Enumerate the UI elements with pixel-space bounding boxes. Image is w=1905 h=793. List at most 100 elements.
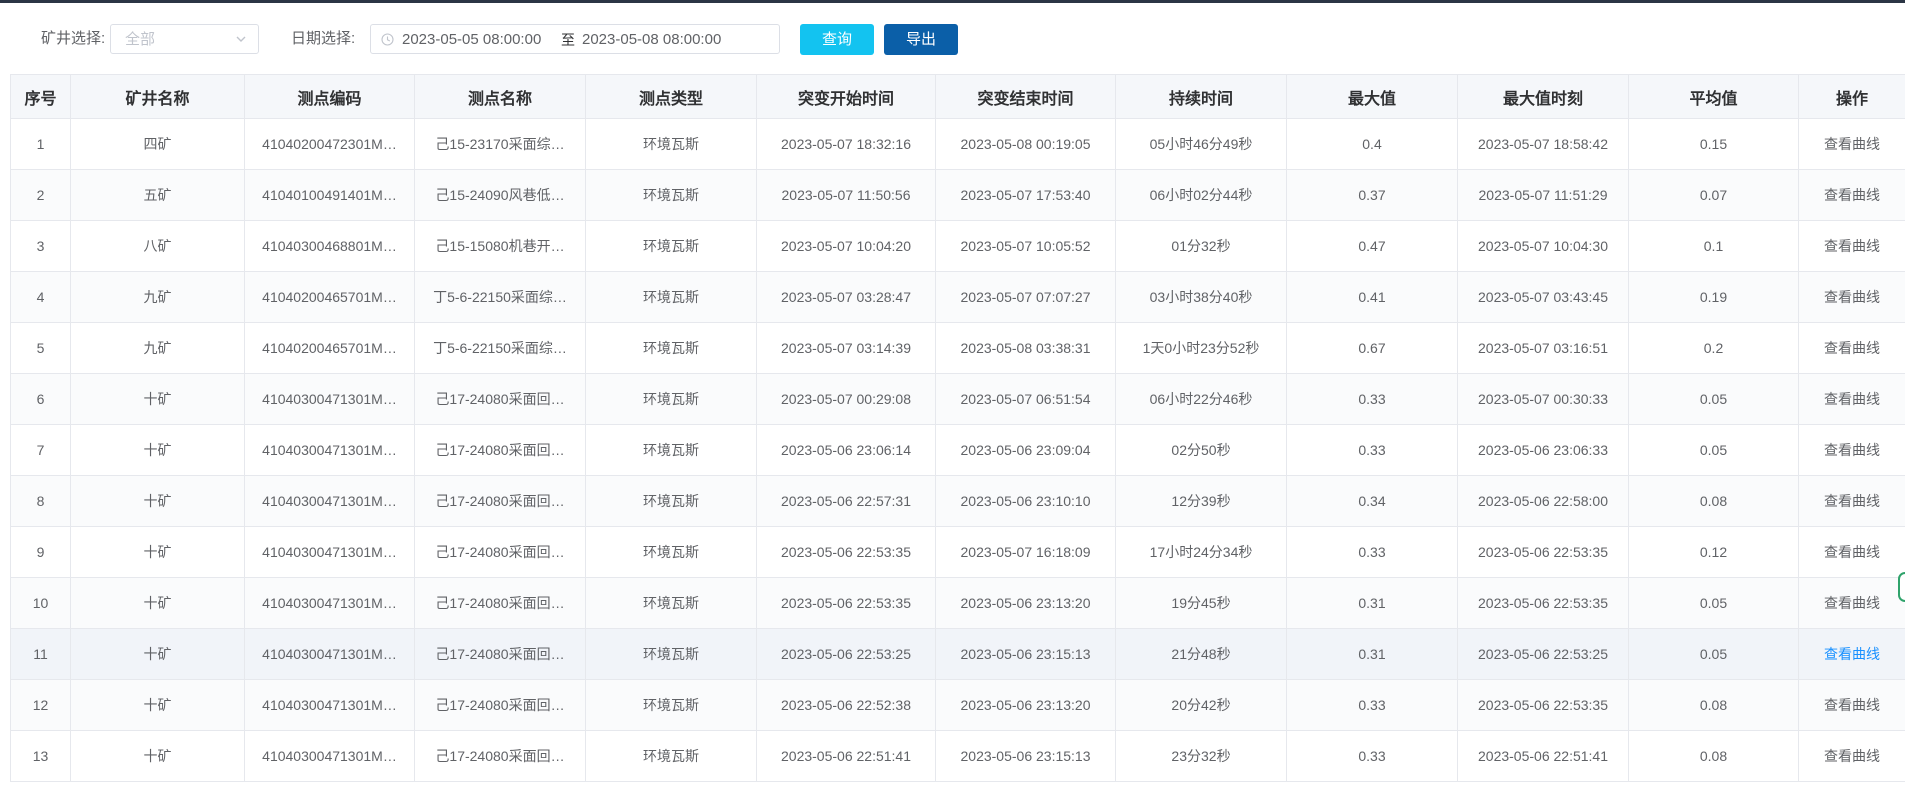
cell-average: 0.05 (1628, 628, 1799, 680)
cell-point-name: 己17-24080采面回… (414, 730, 586, 782)
cell-average: 0.1 (1628, 220, 1799, 272)
table-row[interactable]: 4 九矿 41040200465701M… 丁5-6-22150采面综… 环境瓦斯 202… (10, 271, 1905, 323)
cell-average: 0.12 (1628, 526, 1799, 578)
cell-action[interactable]: 查看曲线 (1798, 679, 1905, 731)
table-row[interactable]: 12 十矿 41040300471301M… 己17-24080采面回… 环境瓦斯 202… (10, 679, 1905, 731)
cell-duration: 17小时24分34秒 (1115, 526, 1287, 578)
cell-point-code: 41040300471301M… (244, 373, 415, 425)
cell-end-time: 2023-05-07 07:07:27 (935, 271, 1116, 323)
cell-index: 5 (10, 322, 71, 374)
cell-index: 9 (10, 526, 71, 578)
cell-max-time: 2023-05-06 23:06:33 (1457, 424, 1629, 476)
cell-point-code: 41040300468801M… (244, 220, 415, 272)
view-curve-link[interactable]: 查看曲线 (1824, 136, 1880, 152)
col-header-duration: 持续时间 (1115, 74, 1287, 119)
cell-average: 0.05 (1628, 424, 1799, 476)
view-curve-link[interactable]: 查看曲线 (1824, 442, 1880, 458)
view-curve-link[interactable]: 查看曲线 (1824, 289, 1880, 305)
cell-max-time: 2023-05-07 18:58:42 (1457, 118, 1629, 170)
cell-max-value: 0.41 (1286, 271, 1458, 323)
cell-max-time: 2023-05-06 22:53:35 (1457, 526, 1629, 578)
cell-point-type: 环境瓦斯 (585, 118, 757, 170)
col-header-start-time: 突变开始时间 (756, 74, 936, 119)
cell-point-code: 41040300471301M… (244, 526, 415, 578)
cell-point-name: 己15-24090风巷低… (414, 169, 586, 221)
date-range-picker[interactable]: 2023-05-05 08:00:00 至 2023-05-08 08:00:0… (370, 24, 780, 54)
cell-end-time: 2023-05-06 23:15:13 (935, 628, 1116, 680)
cell-action[interactable]: 查看曲线 (1798, 118, 1905, 170)
cell-action[interactable]: 查看曲线 (1798, 628, 1905, 680)
table-row[interactable]: 8 十矿 41040300471301M… 己17-24080采面回… 环境瓦斯 2023… (10, 475, 1905, 527)
table-row[interactable]: 13 十矿 41040300471301M… 己17-24080采面回… 环境瓦斯 202… (10, 730, 1905, 782)
table-row[interactable]: 11 十矿 41040300471301M… 己17-24080采面回… 环境瓦斯 202… (10, 628, 1905, 680)
cell-max-value: 0.33 (1286, 526, 1458, 578)
query-button[interactable]: 查询 (800, 24, 874, 55)
cell-action[interactable]: 查看曲线 (1798, 424, 1905, 476)
cell-duration: 01分32秒 (1115, 220, 1287, 272)
cell-action[interactable]: 查看曲线 (1798, 322, 1905, 374)
date-start-input[interactable]: 2023-05-05 08:00:00 (402, 31, 541, 49)
cell-action[interactable]: 查看曲线 (1798, 730, 1905, 782)
cell-max-value: 0.33 (1286, 373, 1458, 425)
cell-index: 12 (10, 679, 71, 731)
cell-max-value: 0.33 (1286, 424, 1458, 476)
cell-action[interactable]: 查看曲线 (1798, 577, 1905, 629)
view-curve-link[interactable]: 查看曲线 (1824, 697, 1880, 713)
cell-end-time: 2023-05-06 23:15:13 (935, 730, 1116, 782)
table-row[interactable]: 5 九矿 41040200465701M… 丁5-6-22150采面综… 环境瓦斯 202… (10, 322, 1905, 374)
cell-point-type: 环境瓦斯 (585, 475, 757, 527)
cell-end-time: 2023-05-08 03:38:31 (935, 322, 1116, 374)
col-header-index: 序号 (10, 74, 71, 119)
table-body: 1 四矿 41040200472301M… 己15-23170采面综… 环境瓦斯 2023… (10, 118, 1905, 782)
cell-action[interactable]: 查看曲线 (1798, 271, 1905, 323)
mine-select[interactable]: 全部 (110, 24, 259, 54)
cell-max-time: 2023-05-06 22:53:25 (1457, 628, 1629, 680)
view-curve-link[interactable]: 查看曲线 (1824, 340, 1880, 356)
cell-duration: 12分39秒 (1115, 475, 1287, 527)
table-row[interactable]: 3 八矿 41040300468801M… 己15-15080机巷开… 环境瓦斯 2023… (10, 220, 1905, 272)
cell-action[interactable]: 查看曲线 (1798, 526, 1905, 578)
cell-mine: 十矿 (70, 628, 245, 680)
col-header-average: 平均值 (1628, 74, 1799, 119)
view-curve-link[interactable]: 查看曲线 (1824, 187, 1880, 203)
cell-point-name: 己17-24080采面回… (414, 475, 586, 527)
cell-action[interactable]: 查看曲线 (1798, 475, 1905, 527)
view-curve-link[interactable]: 查看曲线 (1824, 544, 1880, 560)
cell-action[interactable]: 查看曲线 (1798, 373, 1905, 425)
cell-mine: 五矿 (70, 169, 245, 221)
view-curve-link[interactable]: 查看曲线 (1824, 595, 1880, 611)
table-row[interactable]: 9 十矿 41040300471301M… 己17-24080采面回… 环境瓦斯 2023… (10, 526, 1905, 578)
cell-max-time: 2023-05-07 00:30:33 (1457, 373, 1629, 425)
cell-mine: 十矿 (70, 475, 245, 527)
col-header-max-value: 最大值 (1286, 74, 1458, 119)
cell-mine: 八矿 (70, 220, 245, 272)
cell-point-code: 41040200465701M… (244, 322, 415, 374)
cell-max-time: 2023-05-07 10:04:30 (1457, 220, 1629, 272)
view-curve-link[interactable]: 查看曲线 (1824, 646, 1880, 662)
cell-start-time: 2023-05-06 22:53:35 (756, 526, 936, 578)
cell-end-time: 2023-05-06 23:13:20 (935, 679, 1116, 731)
cell-mine: 十矿 (70, 373, 245, 425)
cell-point-code: 41040300471301M… (244, 424, 415, 476)
view-curve-link[interactable]: 查看曲线 (1824, 391, 1880, 407)
cell-point-name: 己15-15080机巷开… (414, 220, 586, 272)
cell-max-time: 2023-05-07 03:16:51 (1457, 322, 1629, 374)
table-row[interactable]: 7 十矿 41040300471301M… 己17-24080采面回… 环境瓦斯 2023… (10, 424, 1905, 476)
export-button[interactable]: 导出 (884, 24, 958, 55)
view-curve-link[interactable]: 查看曲线 (1824, 238, 1880, 254)
side-float-button[interactable] (1898, 572, 1905, 602)
cell-action[interactable]: 查看曲线 (1798, 169, 1905, 221)
date-end-input[interactable]: 2023-05-08 08:00:00 (582, 31, 721, 49)
view-curve-link[interactable]: 查看曲线 (1824, 748, 1880, 764)
table-row[interactable]: 1 四矿 41040200472301M… 己15-23170采面综… 环境瓦斯 2023… (10, 118, 1905, 170)
cell-index: 13 (10, 730, 71, 782)
cell-point-code: 41040100491401M… (244, 169, 415, 221)
cell-point-code: 41040300471301M… (244, 730, 415, 782)
cell-average: 0.08 (1628, 730, 1799, 782)
cell-action[interactable]: 查看曲线 (1798, 220, 1905, 272)
cell-max-time: 2023-05-06 22:53:35 (1457, 577, 1629, 629)
table-row[interactable]: 6 十矿 41040300471301M… 己17-24080采面回… 环境瓦斯 2023… (10, 373, 1905, 425)
table-row[interactable]: 2 五矿 41040100491401M… 己15-24090风巷低… 环境瓦斯 2023… (10, 169, 1905, 221)
table-row[interactable]: 10 十矿 41040300471301M… 己17-24080采面回… 环境瓦斯 202… (10, 577, 1905, 629)
view-curve-link[interactable]: 查看曲线 (1824, 493, 1880, 509)
